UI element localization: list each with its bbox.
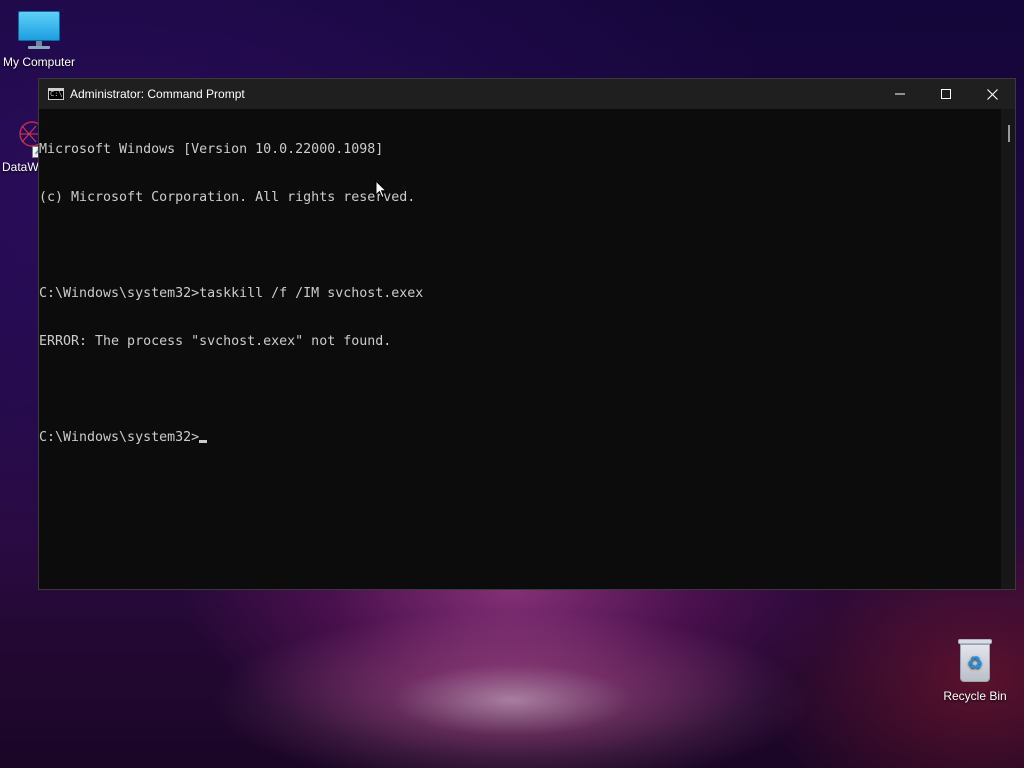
minimize-icon bbox=[895, 93, 905, 95]
desktop-icon-label: Recycle Bin bbox=[943, 689, 1007, 703]
console-line: (c) Microsoft Corporation. All rights re… bbox=[39, 190, 416, 205]
scrollbar-thumb[interactable] bbox=[1008, 125, 1010, 142]
maximize-icon bbox=[941, 89, 951, 99]
monitor-icon bbox=[18, 11, 60, 51]
desktop-icon-recycle-bin[interactable]: ♻ Recycle Bin bbox=[935, 637, 1015, 703]
close-button[interactable] bbox=[969, 79, 1015, 109]
minimize-button[interactable] bbox=[877, 79, 923, 109]
close-icon bbox=[986, 88, 998, 100]
maximize-button[interactable] bbox=[923, 79, 969, 109]
mouse-pointer-icon bbox=[375, 179, 388, 203]
console-prompt-line[interactable]: C:\Windows\system32> bbox=[39, 430, 1001, 446]
console-line: ERROR: The process "svchost.exex" not fo… bbox=[39, 334, 392, 349]
command-prompt-window[interactable]: C:\ Administrator: Command Prompt Micros… bbox=[38, 78, 1016, 590]
console-line: Microsoft Windows [Version 10.0.22000.10… bbox=[39, 142, 384, 157]
cmd-icon[interactable]: C:\ bbox=[48, 88, 64, 100]
recycle-bin-icon: ♻ bbox=[955, 637, 995, 685]
window-title: Administrator: Command Prompt bbox=[70, 87, 245, 101]
console-prompt: C:\Windows\system32> bbox=[39, 430, 200, 445]
desktop-icon-label: My Computer bbox=[2, 55, 76, 69]
title-bar[interactable]: C:\ Administrator: Command Prompt bbox=[39, 79, 1015, 109]
desktop-icon-my-computer[interactable]: My Computer bbox=[0, 8, 79, 69]
vertical-scrollbar[interactable] bbox=[1001, 109, 1015, 589]
console-line: C:\Windows\system32>taskkill /f /IM svch… bbox=[39, 286, 424, 301]
text-cursor bbox=[199, 440, 208, 443]
console-output[interactable]: Microsoft Windows [Version 10.0.22000.10… bbox=[39, 109, 1001, 589]
dataw-app-icon: ↗ bbox=[0, 112, 44, 158]
